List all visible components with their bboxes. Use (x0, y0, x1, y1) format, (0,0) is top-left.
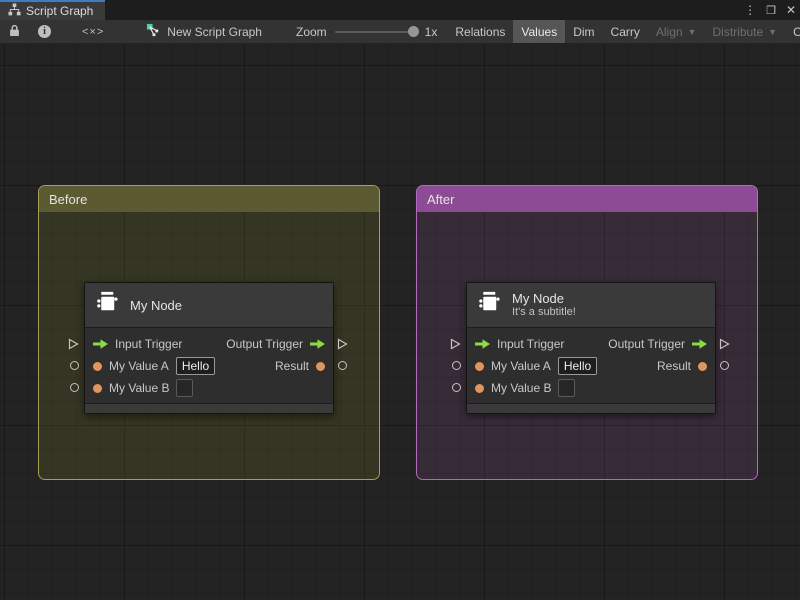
value-a-port-icon[interactable] (452, 361, 461, 370)
distribute-label: Distribute (712, 24, 764, 39)
graph-name-label: New Script Graph (167, 24, 262, 39)
node-title: My Node (512, 291, 565, 306)
code-view-icon: <×> (82, 25, 105, 38)
window-tab-bar: Script Graph ⋮ ❒ ✕ (0, 0, 800, 20)
chevron-down-icon: ▼ (687, 26, 697, 37)
code-view-button[interactable]: <×> (60, 20, 126, 43)
result-port-icon[interactable] (720, 361, 729, 370)
node-title: My Node (130, 297, 183, 313)
value-dot-icon (93, 383, 102, 393)
value-b-label: My Value B (491, 381, 552, 395)
port-row-triggers: Input Trigger Output Trigger (467, 333, 715, 355)
zoom-slider[interactable] (334, 26, 419, 37)
group-before-header[interactable]: Before (39, 186, 379, 212)
value-b-port-icon[interactable] (452, 383, 461, 392)
overview-button[interactable]: Overview (785, 20, 800, 43)
value-dot-icon (475, 383, 484, 393)
node-header[interactable]: My Node (85, 283, 333, 328)
custom-node-icon (477, 290, 502, 320)
close-icon[interactable]: ✕ (786, 3, 796, 17)
node-body: Input Trigger Output Trigger My Value A … (85, 328, 333, 403)
input-trigger-port-icon[interactable] (450, 337, 461, 355)
value-a-input[interactable]: Hello (557, 357, 598, 375)
node-my-node-after[interactable]: My Node It's a subtitle! Input Trigger O… (450, 282, 730, 414)
chevron-down-icon: ▼ (768, 26, 778, 37)
group-title: Before (49, 191, 88, 207)
lock-icon (9, 24, 20, 40)
distribute-dropdown[interactable]: Distribute ▼ (704, 20, 785, 43)
flow-arrow-icon (692, 339, 707, 349)
flow-arrow-icon (310, 339, 325, 349)
node-my-node-before[interactable]: My Node Input Trigger Output Trigger My … (68, 282, 348, 414)
group-after-header[interactable]: After (417, 186, 757, 212)
value-dot-icon (93, 361, 102, 371)
inspect-button[interactable]: i (29, 20, 60, 43)
values-button[interactable]: Values (513, 20, 566, 43)
dim-button[interactable]: Dim (565, 20, 602, 43)
graph-icon (146, 23, 161, 41)
output-trigger-label: Output Trigger (226, 337, 303, 351)
align-dropdown[interactable]: Align ▼ (648, 20, 705, 43)
input-trigger-label: Input Trigger (497, 337, 565, 351)
node-header[interactable]: My Node It's a subtitle! (467, 283, 715, 328)
value-a-port-icon[interactable] (70, 361, 79, 370)
input-trigger-port-icon[interactable] (68, 337, 79, 355)
result-label: Result (274, 359, 309, 373)
output-trigger-label: Output Trigger (608, 337, 685, 351)
port-row-triggers: Input Trigger Output Trigger (85, 333, 333, 355)
relations-button[interactable]: Relations (447, 20, 513, 43)
lock-button[interactable] (0, 20, 29, 43)
value-b-input[interactable] (558, 379, 576, 397)
carry-button[interactable]: Carry (603, 20, 648, 43)
node-body: Input Trigger Output Trigger My Value A … (467, 328, 715, 403)
port-row-value-a: My Value A Hello Result (467, 355, 715, 377)
value-b-port-icon[interactable] (70, 383, 79, 392)
output-trigger-port-icon[interactable] (719, 337, 730, 355)
value-b-label: My Value B (109, 381, 170, 395)
maximize-icon[interactable]: ❒ (766, 4, 776, 17)
node-subtitle: It's a subtitle! (512, 306, 576, 318)
value-dot-icon (316, 361, 325, 371)
zoom-value: 1x (424, 24, 438, 39)
info-icon: i (38, 25, 51, 38)
script-graph-icon (8, 3, 21, 19)
value-dot-icon (475, 361, 484, 371)
graph-breadcrumb[interactable]: New Script Graph (126, 20, 270, 43)
custom-node-icon (95, 290, 120, 320)
value-a-input[interactable]: Hello (175, 357, 216, 375)
flow-arrow-icon (475, 339, 490, 349)
value-dot-icon (698, 361, 707, 371)
flow-arrow-icon (93, 339, 108, 349)
value-b-input[interactable] (176, 379, 194, 397)
zoom-slider-handle[interactable] (407, 26, 419, 37)
tab-script-graph[interactable]: Script Graph (0, 0, 106, 20)
port-row-value-a: My Value A Hello Result (85, 355, 333, 377)
port-row-value-b: My Value B (467, 377, 715, 399)
tab-title: Script Graph (26, 4, 94, 18)
graph-canvas[interactable]: Before After My Node Input Trigger Outpu… (0, 44, 800, 600)
window-menu-icon[interactable]: ⋮ (744, 3, 756, 17)
output-trigger-port-icon[interactable] (337, 337, 348, 355)
zoom-label: Zoom (295, 24, 327, 39)
align-label: Align (655, 24, 683, 39)
value-a-label: My Value A (491, 359, 551, 373)
result-port-icon[interactable] (338, 361, 347, 370)
zoom-control: Zoom 1x (270, 20, 447, 43)
port-row-value-b: My Value B (85, 377, 333, 399)
node-footer (85, 403, 333, 413)
value-a-label: My Value A (109, 359, 169, 373)
node-footer (467, 403, 715, 413)
result-label: Result (656, 359, 691, 373)
group-title: After (427, 191, 455, 207)
input-trigger-label: Input Trigger (115, 337, 183, 351)
graph-toolbar: i <×> New Script Graph Zoom 1x Relations… (0, 20, 800, 44)
